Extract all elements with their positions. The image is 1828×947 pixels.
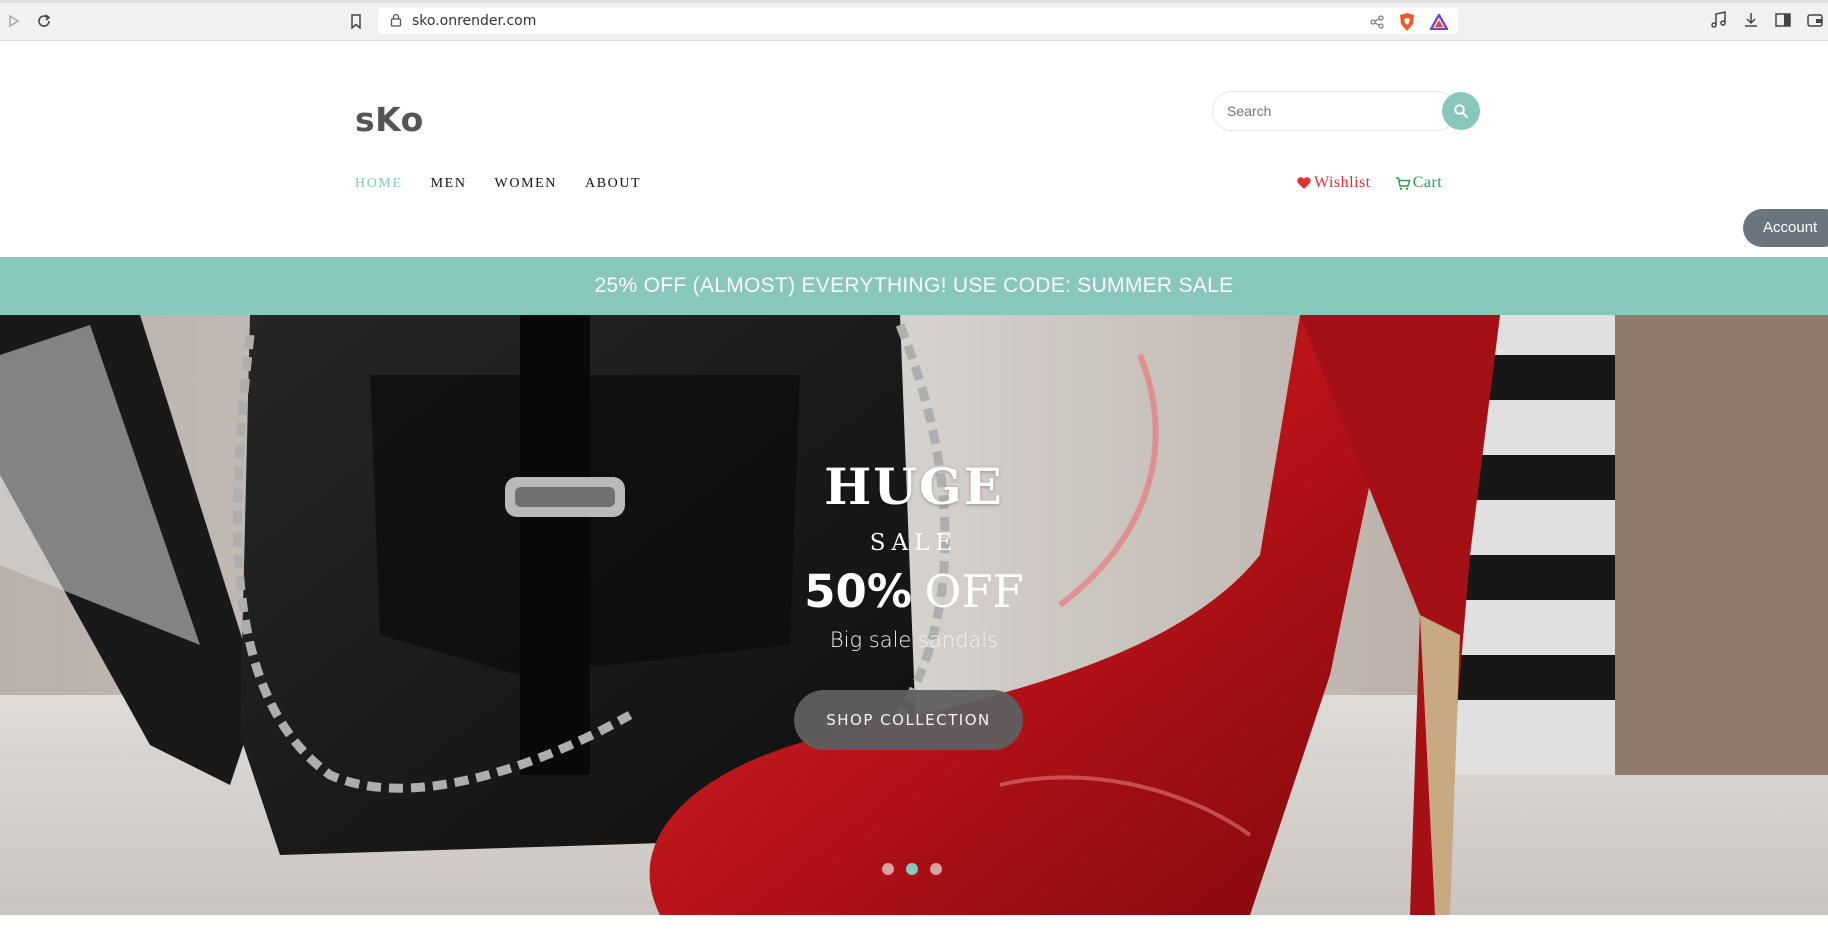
heart-icon xyxy=(1297,177,1311,189)
hero-slider: HUGE SALE 50% OFF Big sale sandals SHOP … xyxy=(0,315,1828,915)
slider-dots xyxy=(882,863,942,875)
cart-link[interactable]: Cart xyxy=(1395,174,1443,192)
main-nav: HOME MEN WOMEN ABOUT xyxy=(355,176,669,192)
brave-shield-icon[interactable] xyxy=(1398,12,1416,37)
brave-rewards-icon[interactable] xyxy=(1428,12,1450,35)
search-button[interactable] xyxy=(1442,92,1480,130)
search-form xyxy=(1212,91,1482,131)
search-input[interactable] xyxy=(1212,91,1457,131)
nav-women[interactable]: WOMEN xyxy=(495,176,557,192)
wishlist-label: Wishlist xyxy=(1314,174,1371,191)
hero-subtitle: SALE xyxy=(869,530,959,556)
download-icon[interactable] xyxy=(1742,11,1760,34)
forward-icon[interactable] xyxy=(4,11,24,31)
slider-dot[interactable] xyxy=(930,863,942,875)
search-icon xyxy=(1454,104,1469,119)
url-text: sko.onrender.com xyxy=(412,13,537,29)
user-links: Wishlist Cart xyxy=(1296,174,1442,192)
wishlist-link[interactable]: Wishlist xyxy=(1296,174,1371,192)
promo-text: 25% OFF (ALMOST) EVERYTHING! USE CODE: S… xyxy=(594,274,1234,297)
hero-discount-percent: 50% xyxy=(804,565,912,618)
bookmark-icon[interactable] xyxy=(346,11,366,31)
slider-dot[interactable] xyxy=(882,863,894,875)
media-icon[interactable] xyxy=(1710,11,1728,34)
hero-discount: 50% OFF xyxy=(0,565,1828,618)
nav-men[interactable]: MEN xyxy=(431,176,467,192)
cart-icon xyxy=(1395,176,1411,190)
hero-caption: HUGE SALE 50% OFF Big sale sandals xyxy=(0,315,1828,915)
share-icon[interactable] xyxy=(1370,15,1384,34)
cart-label: Cart xyxy=(1412,174,1443,191)
promo-banner: 25% OFF (ALMOST) EVERYTHING! USE CODE: S… xyxy=(0,257,1828,315)
reload-icon[interactable] xyxy=(34,11,54,31)
nav-home[interactable]: HOME xyxy=(355,176,403,192)
browser-toolbar: sko.onrender.com xyxy=(0,0,1828,41)
hero-title: HUGE xyxy=(824,457,1004,516)
nav-about[interactable]: ABOUT xyxy=(585,176,641,192)
slider-dot-active[interactable] xyxy=(906,863,918,875)
hero-discount-off: OFF xyxy=(924,565,1024,618)
hero-tagline: Big sale sandals xyxy=(829,628,999,652)
address-bar[interactable]: sko.onrender.com xyxy=(378,8,1458,34)
site-logo[interactable]: sKo xyxy=(355,100,424,139)
shop-collection-button[interactable]: SHOP COLLECTION xyxy=(794,690,1023,750)
tab-strip xyxy=(0,0,1828,3)
account-button[interactable]: Account xyxy=(1743,209,1828,247)
wallet-icon[interactable] xyxy=(1806,11,1824,34)
lock-icon xyxy=(390,13,402,27)
sidebar-icon[interactable] xyxy=(1774,11,1792,34)
